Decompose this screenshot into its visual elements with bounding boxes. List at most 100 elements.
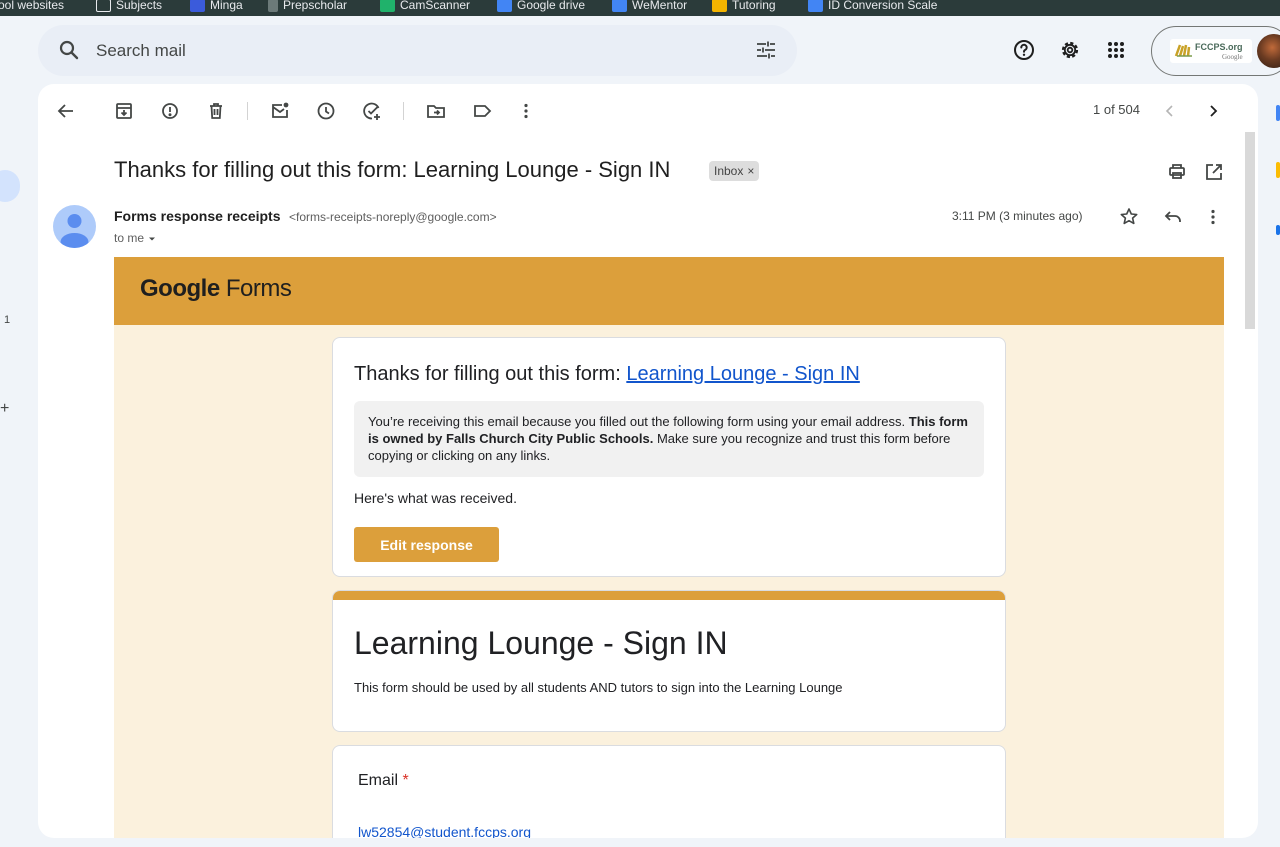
report-spam-icon[interactable] — [158, 99, 182, 123]
bookmark-wementor[interactable]: WeMentor — [612, 0, 687, 15]
receipt-title: Thanks for filling out this form: Learni… — [354, 363, 860, 386]
form-accent-bar — [333, 591, 1005, 600]
account-avatar[interactable] — [1257, 34, 1280, 68]
search-bar — [38, 25, 797, 76]
prepscholar-icon — [268, 0, 278, 12]
move-to-folder-icon[interactable] — [424, 99, 448, 123]
notice-text: You’re receiving this email because you … — [368, 414, 909, 429]
bookmark-label: CamScanner — [400, 0, 471, 12]
bookmark-camscanner[interactable]: CamScanner — [380, 0, 470, 15]
label-tag-icon[interactable] — [470, 99, 494, 123]
folder-icon — [96, 0, 111, 12]
wementor-icon — [612, 0, 627, 12]
more-options-icon[interactable] — [514, 99, 538, 123]
settings-gear-icon[interactable] — [1058, 38, 1082, 62]
person-icon — [60, 214, 89, 248]
google-forms-banner: Google Forms — [114, 257, 1224, 325]
email-body: Thanks for filling out this form: Learni… — [114, 325, 1224, 838]
older-chevron-right-icon[interactable] — [1201, 99, 1225, 123]
scrollbar-thumb[interactable] — [1245, 132, 1255, 329]
ownership-notice: You’re receiving this email because you … — [354, 401, 984, 477]
receipt-card: Thanks for filling out this form: Learni… — [332, 337, 1006, 577]
add-to-tasks-icon[interactable] — [360, 99, 384, 123]
bookmark-label: ool websites — [0, 0, 65, 12]
logo-forms-text: Forms — [225, 275, 292, 302]
add-label-button[interactable]: + — [0, 400, 9, 418]
form-header-card: Learning Lounge - Sign IN This form shou… — [332, 590, 1006, 732]
bookmark-school-websites[interactable]: ool websites — [0, 0, 64, 15]
received-heading: Here's what was received. — [354, 490, 517, 506]
question-label: Email * — [358, 772, 409, 790]
print-icon[interactable] — [1165, 160, 1189, 184]
sender-avatar[interactable] — [53, 205, 96, 248]
bookmark-label: Minga — [210, 0, 243, 12]
fccps-leaf-icon — [1174, 44, 1192, 57]
recipient-details-toggle[interactable]: to me — [114, 231, 157, 245]
sender-name[interactable]: Forms response receipts — [114, 208, 281, 224]
remove-label-icon[interactable]: × — [747, 164, 754, 178]
account-switcher[interactable]: FCCPS.org Google — [1151, 26, 1280, 76]
bookmark-prepscholar[interactable]: Prepscholar — [268, 0, 347, 15]
question-text: Email — [358, 772, 399, 789]
org-name: FCCPS.org — [1195, 42, 1243, 52]
bookmark-label: Prepscholar — [283, 0, 348, 12]
label-chip-text: Inbox — [714, 164, 744, 178]
calendar-icon[interactable] — [1276, 105, 1280, 121]
inbox-label-chip[interactable]: Inbox × — [709, 161, 760, 181]
message-more-options-icon[interactable] — [1201, 205, 1225, 229]
help-icon[interactable] — [1012, 38, 1036, 62]
form-title: Learning Lounge - Sign IN — [354, 625, 728, 661]
google-forms-logo: Google Forms — [140, 275, 292, 303]
answer-email-link[interactable]: lw52854@student.fccps.org — [358, 824, 531, 838]
required-asterisk: * — [402, 772, 409, 789]
back-arrow-icon[interactable] — [54, 99, 78, 123]
keep-icon[interactable] — [1276, 162, 1280, 178]
form-description: This form should be used by all students… — [354, 680, 843, 695]
star-icon[interactable] — [1117, 205, 1141, 229]
logo-google-text: Google — [140, 275, 220, 302]
search-options-icon[interactable] — [754, 38, 778, 62]
form-link[interactable]: Learning Lounge - Sign IN — [626, 363, 860, 385]
bookmark-minga[interactable]: Minga — [190, 0, 243, 15]
archive-icon[interactable] — [112, 99, 136, 123]
organization-logo: FCCPS.org Google — [1170, 39, 1252, 63]
caret-down-icon — [149, 237, 156, 241]
snooze-clock-icon[interactable] — [314, 99, 338, 123]
received-time: 3:11 PM (3 minutes ago) — [952, 209, 1083, 223]
nav-inbox-selected[interactable] — [0, 170, 20, 202]
bookmark-tutoring[interactable]: Tutoring — [712, 0, 776, 15]
bookmark-label: Google drive — [517, 0, 586, 12]
bookmark-subjects[interactable]: Subjects — [96, 0, 162, 15]
bookmark-label: WeMentor — [632, 0, 688, 12]
recipient-text: to me — [114, 231, 145, 245]
edit-response-button[interactable]: Edit response — [354, 527, 499, 562]
tasks-icon[interactable] — [1276, 225, 1280, 235]
question-card: Email * lw52854@student.fccps.org — [332, 745, 1006, 838]
toolbar-divider — [403, 102, 404, 120]
camscanner-icon — [380, 0, 395, 12]
bookmark-google-drive[interactable]: Google drive — [497, 0, 585, 15]
bookmarks-bar: ool websites Subjects Minga Prepscholar … — [0, 0, 1280, 16]
minga-icon — [190, 0, 205, 12]
email-subject: Thanks for filling out this form: Learni… — [114, 157, 671, 182]
bookmark-label: Subjects — [116, 0, 163, 12]
bookmark-id-conversion-scale[interactable]: ID Conversion Scale — [808, 0, 937, 15]
nav-unread-count: 1 — [4, 314, 11, 326]
bookmark-label: Tutoring — [732, 0, 776, 12]
reply-arrow-icon[interactable] — [1161, 205, 1185, 229]
delete-trash-icon[interactable] — [204, 99, 228, 123]
search-input[interactable] — [96, 38, 696, 64]
pagination-count: 1 of 504 — [1093, 102, 1140, 117]
org-sub: Google — [1222, 53, 1243, 61]
mark-unread-icon[interactable] — [268, 99, 292, 123]
tutoring-icon — [712, 0, 727, 12]
newer-chevron-left-icon[interactable] — [1158, 99, 1182, 123]
drive-icon — [497, 0, 512, 12]
sender-email: <forms-receipts-noreply@google.com> — [289, 210, 497, 224]
docs-icon — [808, 0, 823, 12]
open-new-window-icon[interactable] — [1202, 160, 1226, 184]
receipt-title-prefix: Thanks for filling out this form: — [354, 363, 627, 385]
search-icon[interactable] — [57, 38, 81, 62]
toolbar-divider — [247, 102, 248, 120]
apps-grid-icon[interactable] — [1104, 38, 1128, 62]
